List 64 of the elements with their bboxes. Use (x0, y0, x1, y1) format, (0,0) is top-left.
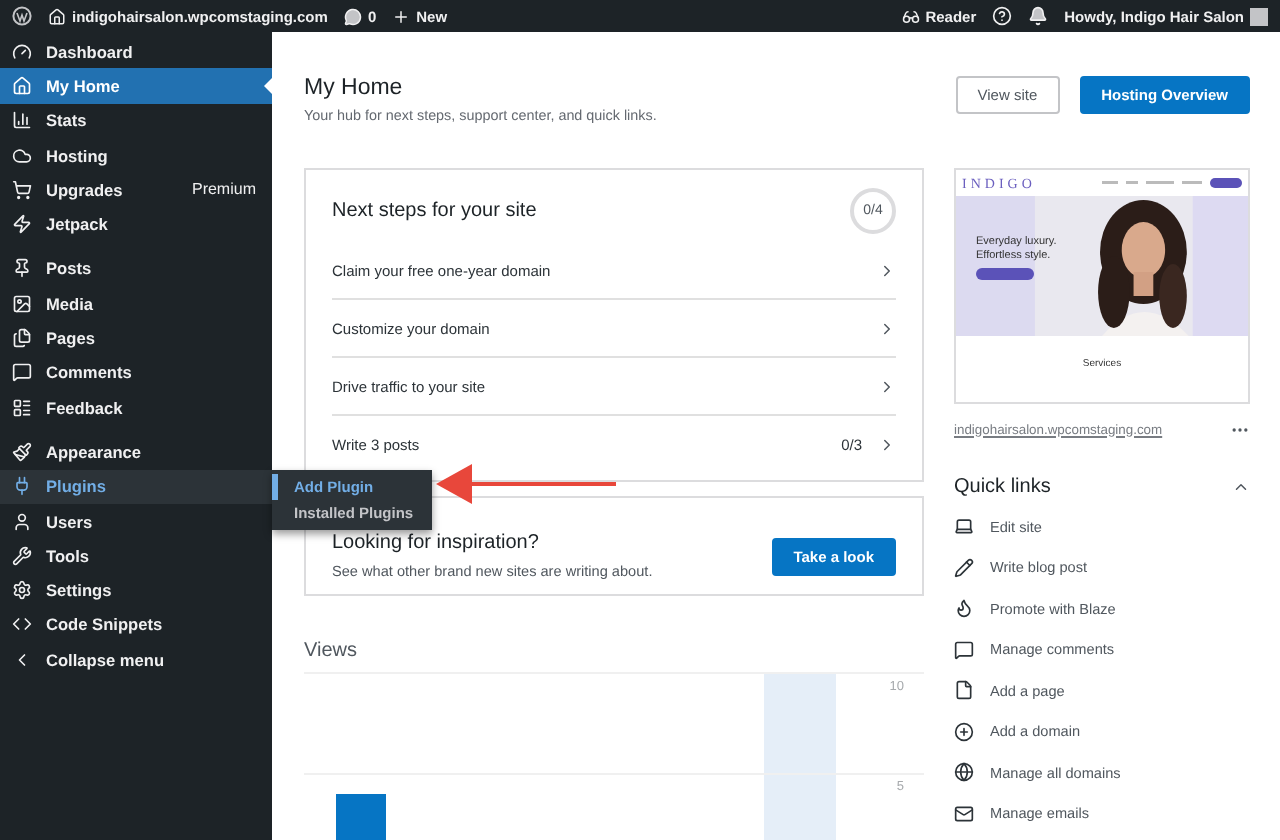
image-icon (12, 293, 32, 314)
hero-button (976, 268, 1034, 280)
sidebar-item[interactable]: Stats (0, 103, 272, 138)
sidebar-item[interactable]: Posts (0, 251, 272, 287)
pencil-icon (954, 557, 974, 578)
chevron-icon (878, 261, 896, 279)
home-icon (12, 75, 32, 96)
laptop-icon (954, 516, 974, 537)
plus-circle-icon (954, 721, 974, 742)
card-title: Looking for inspiration? (332, 532, 541, 554)
cloud-icon (12, 145, 32, 166)
chevron-icon (878, 319, 896, 337)
sidebar-item[interactable]: Tools (0, 538, 272, 573)
sidebar-item[interactable]: Collapse menu (0, 642, 272, 677)
help-icon[interactable] (992, 6, 1013, 26)
globe-icon (954, 762, 974, 783)
bell-icon[interactable] (1028, 6, 1049, 26)
sidebar-item[interactable]: Users (0, 503, 272, 539)
sidebar-item[interactable]: Pages (0, 320, 272, 356)
plug-icon (12, 476, 32, 497)
wordpress-logo-icon[interactable] (12, 6, 32, 26)
paintbrush-icon (12, 441, 32, 462)
nav-links-drawing (1102, 178, 1242, 188)
sidebar-item[interactable]: My Home (0, 68, 272, 104)
page-title: My Home (304, 76, 405, 100)
mail-icon (954, 803, 974, 824)
list-icon (12, 397, 32, 418)
card-title: Next steps for your site (332, 200, 537, 222)
flame-icon (954, 598, 974, 619)
home-icon (48, 7, 66, 25)
plan-label: Premium (191, 180, 256, 199)
comment-icon (12, 362, 32, 383)
bolt-icon (12, 214, 32, 235)
comment-icon (343, 7, 362, 25)
code-icon (12, 614, 32, 635)
sidebar-item[interactable]: Dashboard (0, 34, 272, 69)
cart-icon (12, 179, 32, 200)
sidebar-item[interactable]: Hosting (0, 137, 272, 173)
sidebar-item[interactable]: Code Snippets (0, 607, 272, 643)
pages-icon (12, 328, 32, 349)
sidebar-item[interactable]: Plugins (0, 469, 272, 504)
chevron-icon (878, 377, 896, 395)
sidebar-item[interactable]: Upgrades Premium (0, 172, 272, 207)
chevron-icon (878, 436, 896, 454)
glasses-icon (901, 7, 920, 25)
gauge-icon (12, 41, 32, 62)
settings-icon (12, 580, 32, 601)
plus-icon (392, 7, 411, 25)
section-title: Quick links (954, 476, 1051, 498)
wrench-icon (12, 545, 32, 566)
user-icon (12, 511, 32, 531)
sidebar-item[interactable]: Comments (0, 355, 272, 390)
pin-icon (12, 258, 32, 279)
bar-chart-icon (12, 110, 32, 131)
avatar-icon (1250, 7, 1268, 25)
sidebar-item[interactable]: Media (0, 286, 272, 321)
chevron-up-icon[interactable] (1232, 478, 1250, 496)
page-icon (954, 680, 974, 701)
sidebar-item[interactable]: Appearance (0, 434, 272, 470)
sidebar-item[interactable]: Settings (0, 572, 272, 608)
sidebar-item[interactable]: Jetpack (0, 206, 272, 242)
section-title: Views (304, 640, 924, 674)
comment-icon (954, 639, 974, 660)
sidebar-item[interactable]: Feedback (0, 389, 272, 425)
